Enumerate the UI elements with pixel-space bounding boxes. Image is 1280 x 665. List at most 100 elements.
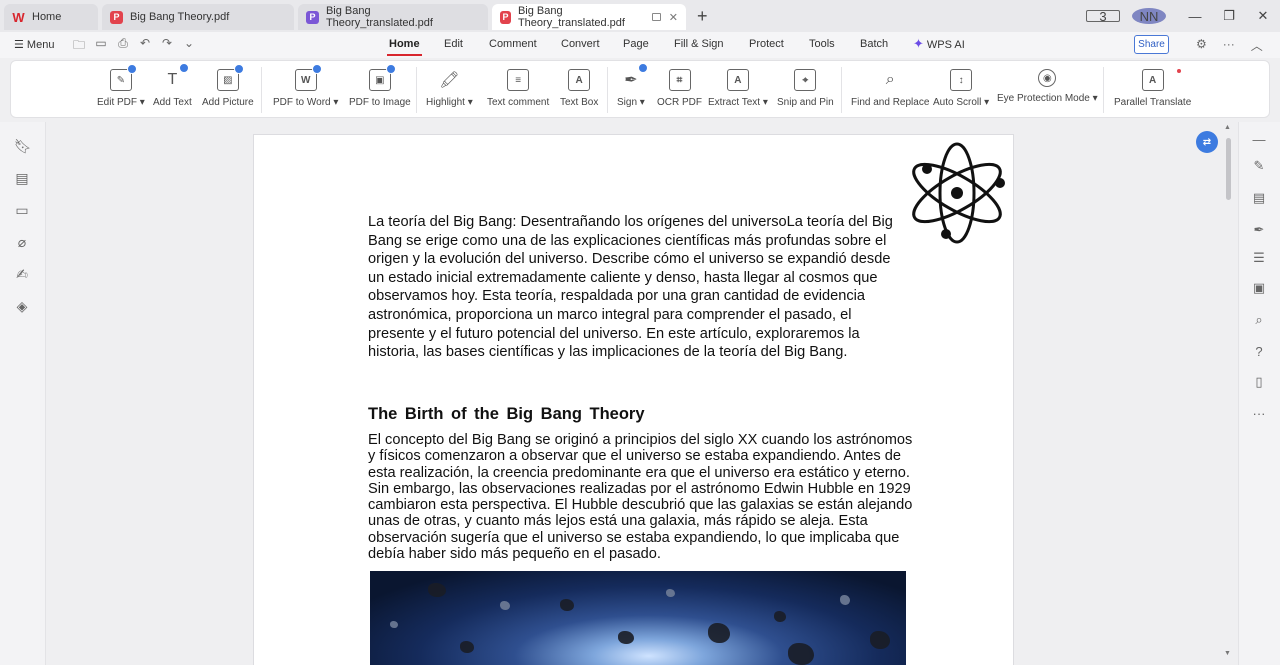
sign-icon: ✒	[620, 63, 648, 91]
menu-button[interactable]: ☰ Menu	[14, 38, 54, 51]
ribbon-label: Text Box	[560, 97, 599, 108]
parallel-translate-icon: A	[1141, 69, 1164, 91]
translate-float-button[interactable]: ⇄	[1196, 131, 1218, 153]
chevron-down-icon[interactable]: ⌄	[182, 36, 196, 57]
right-sidebar: — ✎ ▤ ✒ ☰ ▣ ⌕ ? ▯ ···	[1238, 122, 1280, 665]
ribbon-label: PDF to Image	[349, 97, 411, 108]
edit-panel-icon[interactable]: ✎	[1251, 158, 1267, 174]
ribbon-label: Sign ▾	[617, 97, 645, 108]
signature-icon[interactable]: ✍︎	[14, 266, 30, 282]
ribbon-label: OCR PDF	[657, 97, 702, 108]
restore-icon[interactable]: ❐	[1212, 8, 1246, 24]
sign-button[interactable]: ✒ Sign ▾	[617, 63, 648, 108]
eye-protection-button[interactable]: ◉ Eye Protection Mode ▾	[997, 69, 1098, 104]
tab-comment[interactable]: Comment	[489, 38, 537, 50]
tab-wps-ai[interactable]: ✦ WPS AI	[913, 36, 965, 52]
extract-text-button[interactable]: A Extract Text ▾	[708, 69, 768, 108]
add-picture-button[interactable]: ▨ Add Picture	[202, 64, 254, 108]
text-box-icon: A	[568, 69, 591, 91]
tab-batch[interactable]: Batch	[860, 38, 888, 50]
new-feature-dot	[1177, 69, 1181, 73]
pen-icon[interactable]: ✒	[1251, 222, 1267, 238]
thumbnail-icon[interactable]: ▤	[14, 170, 30, 186]
layers-icon[interactable]: ◈	[14, 298, 30, 314]
add-picture-icon: ▨	[216, 64, 244, 91]
tab-tools[interactable]: Tools	[809, 38, 835, 50]
pdf-to-word-button[interactable]: W PDF to Word ▾	[273, 64, 339, 108]
ribbon-label: Eye Protection Mode ▾	[997, 93, 1098, 104]
bookmark-icon[interactable]: 🔖︎	[14, 138, 32, 154]
attachment-icon[interactable]: ⌀	[14, 234, 30, 250]
add-text-button[interactable]: T Add Text	[153, 63, 192, 108]
open-folder-icon[interactable]: 🗀	[72, 36, 86, 57]
ocr-pdf-button[interactable]: ⌗ OCR PDF	[657, 69, 702, 108]
book-icon[interactable]: ▯	[1251, 374, 1267, 390]
tab-protect[interactable]: Protect	[749, 38, 784, 50]
pdf-page: La teoría del Big Bang: Desentrañando lo…	[253, 134, 1014, 665]
page-setup-icon[interactable]: ▣	[1251, 280, 1267, 296]
help-icon[interactable]: ?	[1251, 344, 1267, 360]
auto-scroll-icon: ↕	[950, 69, 973, 91]
window-icon[interactable]	[652, 13, 661, 21]
highlight-button[interactable]: 🖍 Highlight ▾	[426, 69, 473, 108]
pdf-to-image-button[interactable]: ▣ PDF to Image	[349, 64, 411, 108]
vertical-scrollbar[interactable]: ▲ ▼	[1224, 124, 1232, 660]
tab-convert[interactable]: Convert	[561, 38, 600, 50]
redo-icon[interactable]: ↷	[160, 36, 174, 57]
snip-pin-button[interactable]: ⌖ Snip and Pin	[777, 69, 834, 108]
collapse-panel-icon[interactable]: —	[1251, 132, 1267, 148]
tab-home[interactable]: W Home	[4, 4, 98, 30]
body-paragraph: El concepto del Big Bang se originó a pr…	[368, 432, 913, 563]
search-icon: ⌕	[885, 71, 895, 88]
settings-icon[interactable]: ⚙	[1196, 37, 1207, 54]
ribbon-label: Text comment	[487, 97, 550, 108]
undo-icon[interactable]: ↶	[138, 36, 152, 57]
text-box-button[interactable]: A Text Box	[560, 69, 598, 108]
scrollbar-thumb[interactable]	[1226, 138, 1231, 200]
comment-icon[interactable]: ▭	[14, 202, 30, 218]
new-tab-plus-icon[interactable]: +	[697, 6, 708, 27]
tab-label: Home	[32, 11, 62, 23]
pdf-icon: P	[110, 10, 123, 24]
avatar[interactable]: NN	[1132, 8, 1166, 24]
save-icon[interactable]: ▭	[94, 36, 108, 57]
tab-edit[interactable]: Edit	[444, 38, 463, 50]
print-icon[interactable]: ⎙	[116, 36, 130, 57]
find-replace-button[interactable]: ⌕ Find and Replace	[851, 69, 929, 108]
wps-logo-icon: W	[12, 9, 25, 25]
add-text-icon: T	[161, 63, 190, 91]
more-options-icon[interactable]: ···	[1251, 406, 1267, 422]
scroll-up-icon[interactable]: ▲	[1224, 124, 1231, 131]
tab-translated-pdf-1[interactable]: P Big Bang Theory_translated.pdf	[298, 4, 488, 30]
tab-fill-sign[interactable]: Fill & Sign	[674, 38, 724, 50]
auto-scroll-button[interactable]: ↕ Auto Scroll ▾	[933, 69, 989, 108]
text-comment-button[interactable]: ≡ Text comment	[487, 69, 549, 108]
tab-label: Big Bang Theory_translated.pdf	[325, 5, 433, 29]
close-tab-icon[interactable]: ✕	[669, 11, 678, 24]
atom-icon	[912, 142, 1005, 244]
more-icon[interactable]: ···	[1223, 37, 1235, 54]
ribbon-label: Snip and Pin	[777, 97, 834, 108]
tab-big-bang-pdf[interactable]: P Big Bang Theory.pdf	[102, 4, 294, 30]
tab-label: Big Bang Theory_translated.pdf	[517, 5, 625, 29]
edit-pdf-button[interactable]: ✎ Edit PDF ▾	[97, 64, 145, 108]
minimize-icon[interactable]: —	[1178, 9, 1212, 24]
share-button[interactable]: Share	[1134, 35, 1169, 54]
close-window-icon[interactable]: ✕	[1246, 8, 1280, 24]
tab-translated-pdf-active[interactable]: P Big Bang Theory_translated.pdf ✕	[492, 4, 686, 30]
tab-page[interactable]: Page	[623, 38, 649, 50]
window-count-badge[interactable]: 3	[1086, 9, 1120, 24]
scroll-down-icon[interactable]: ▼	[1224, 650, 1231, 657]
tab-home-menu[interactable]: Home	[387, 38, 422, 56]
search-panel-icon[interactable]: ⌕	[1251, 312, 1267, 328]
ribbon-label: Highlight ▾	[426, 97, 473, 108]
ribbon-label: PDF to Word ▾	[273, 97, 339, 108]
parallel-translate-button[interactable]: A Parallel Translate	[1114, 69, 1191, 108]
properties-icon[interactable]: ▤	[1251, 190, 1267, 206]
tab-bar: W Home P Big Bang Theory.pdf P Big Bang …	[0, 0, 1280, 32]
snip-pin-icon: ⌖	[794, 69, 817, 91]
ocr-icon: ⌗	[668, 69, 691, 91]
pdf-icon: P	[500, 10, 511, 24]
compare-icon[interactable]: ☰	[1251, 250, 1267, 266]
collapse-ribbon-icon[interactable]: ︿	[1251, 37, 1263, 54]
